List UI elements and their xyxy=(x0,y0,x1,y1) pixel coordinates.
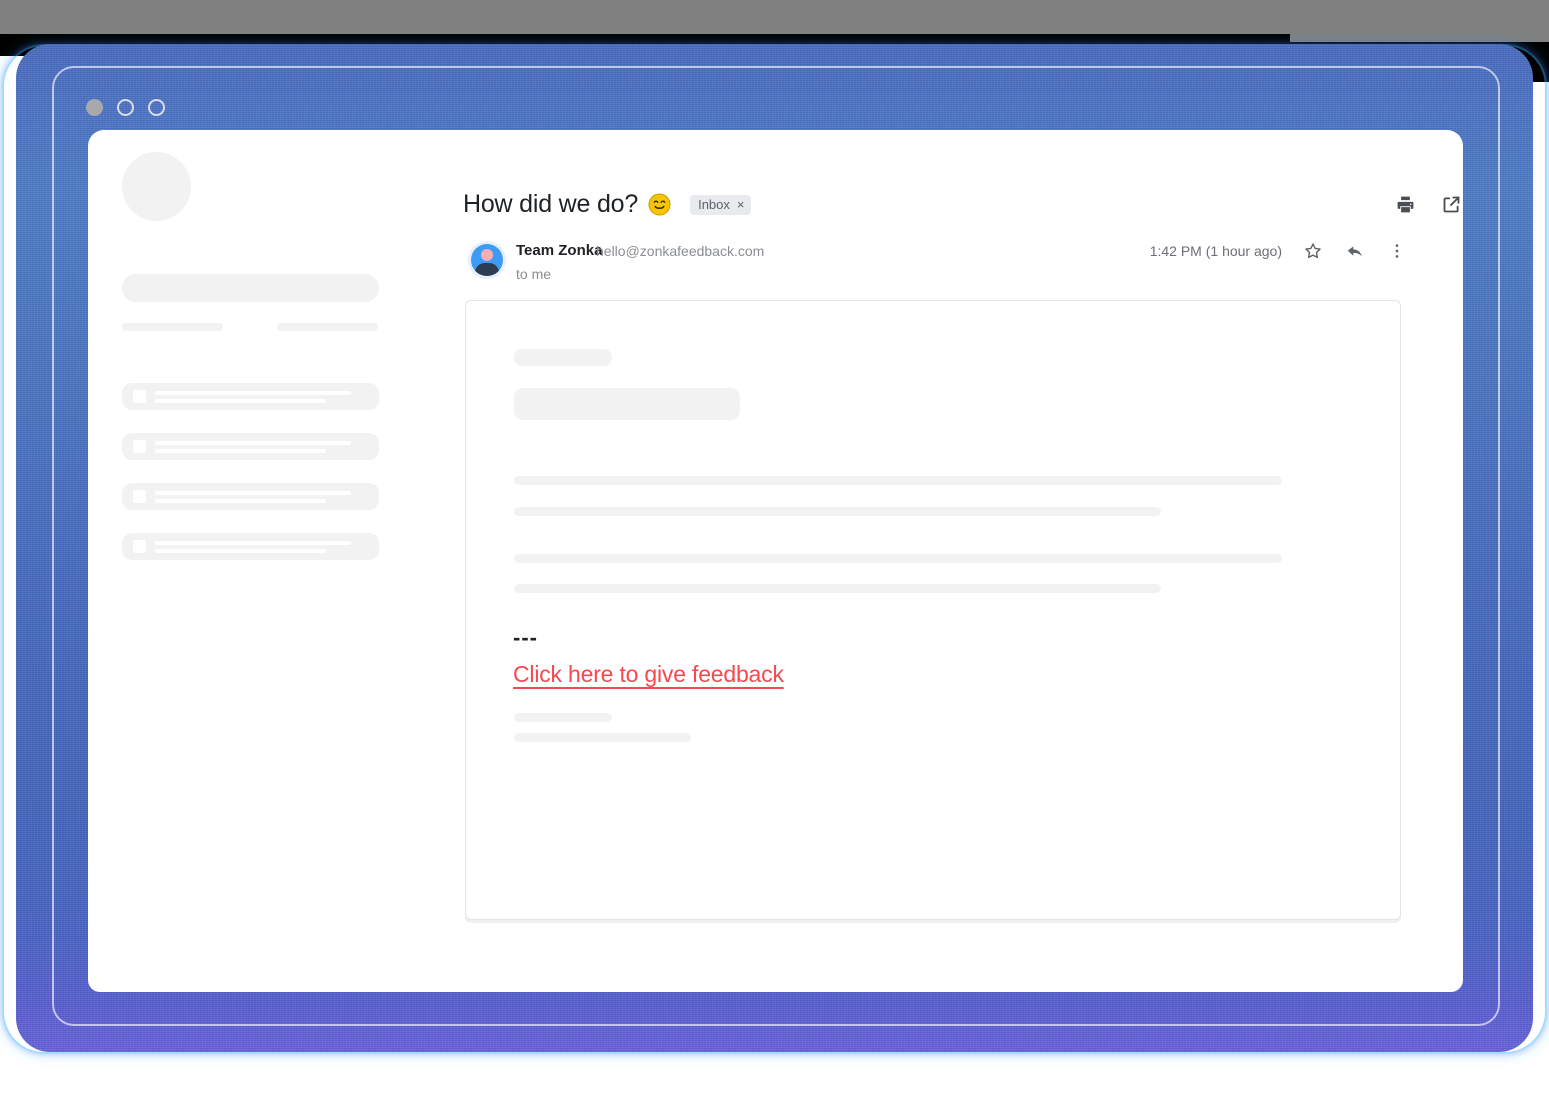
screenshot-root: How did we do? Inbox × Team Zonka hello@… xyxy=(0,0,1549,1098)
checkbox-placeholder-icon xyxy=(133,490,146,503)
window-dot-minimize[interactable] xyxy=(117,99,134,116)
list-item[interactable] xyxy=(122,483,379,510)
mail-header-actions xyxy=(1393,192,1463,216)
separator: --- xyxy=(513,625,538,650)
search-bar-placeholder[interactable] xyxy=(122,274,379,302)
checkbox-placeholder-icon xyxy=(133,440,146,453)
list-item-line-1 xyxy=(155,391,351,395)
list-item-line-2 xyxy=(155,399,326,403)
list-item[interactable] xyxy=(122,533,379,560)
list-item[interactable] xyxy=(122,433,379,460)
sender-email: hello@zonkafeedback.com xyxy=(596,243,765,259)
give-feedback-link[interactable]: Click here to give feedback xyxy=(513,661,784,688)
timestamp: 1:42 PM (1 hour ago) xyxy=(1149,243,1282,259)
list-item[interactable] xyxy=(122,383,379,410)
label-chip-text: Inbox xyxy=(698,196,730,212)
mail-app-window: How did we do? Inbox × Team Zonka hello@… xyxy=(88,130,1463,992)
label-chip-inbox[interactable]: Inbox × xyxy=(690,194,751,215)
signature-line-2 xyxy=(514,733,691,742)
star-icon[interactable] xyxy=(1302,240,1324,262)
page-title: How did we do? xyxy=(463,190,639,218)
close-icon[interactable]: × xyxy=(737,198,745,211)
recipient-label: to me xyxy=(516,266,552,282)
mail-header: How did we do? Inbox × xyxy=(463,190,1408,219)
avatar xyxy=(468,241,506,279)
sidebar xyxy=(122,152,422,583)
message-actions: 1:42 PM (1 hour ago) xyxy=(1150,240,1408,262)
list-item-line-2 xyxy=(155,449,326,453)
window-controls xyxy=(86,99,165,116)
open-in-new-window-icon[interactable] xyxy=(1439,192,1463,216)
window-dot-maximize[interactable] xyxy=(148,99,165,116)
sender-row: Team Zonka hello@zonkafeedback.com to me… xyxy=(463,238,1408,286)
reply-icon[interactable] xyxy=(1344,240,1366,262)
paragraph-line-4 xyxy=(514,584,1161,593)
paragraph-line-2 xyxy=(514,507,1161,516)
label-placeholder-2 xyxy=(277,323,378,331)
sidebar-list xyxy=(122,383,422,560)
mail-reading-pane: How did we do? Inbox × Team Zonka hello@… xyxy=(463,130,1463,992)
more-options-icon[interactable] xyxy=(1386,240,1408,262)
checkbox-placeholder-icon xyxy=(133,390,146,403)
email-body: --- Click here to give feedback xyxy=(465,300,1401,920)
list-item-line-1 xyxy=(155,491,351,495)
paragraph-line-1 xyxy=(514,476,1282,485)
paragraph-line-3 xyxy=(514,554,1282,563)
list-item-line-1 xyxy=(155,441,351,445)
desktop-top-bar-right xyxy=(1283,0,1549,42)
smiling-face-with-smiling-eyes-icon xyxy=(648,193,671,216)
greeting-placeholder xyxy=(514,349,612,366)
sender-name: Team Zonka xyxy=(516,242,603,259)
intro-box-placeholder xyxy=(514,388,740,420)
label-placeholder-1 xyxy=(122,323,223,331)
signature-line-1 xyxy=(514,713,612,722)
sidebar-sub-labels xyxy=(122,323,422,331)
list-item-line-2 xyxy=(155,499,326,503)
profile-avatar-placeholder xyxy=(122,152,191,221)
window-dot-close[interactable] xyxy=(86,99,103,116)
print-icon[interactable] xyxy=(1393,192,1417,216)
checkbox-placeholder-icon xyxy=(133,540,146,553)
list-item-line-1 xyxy=(155,541,351,545)
list-item-line-2 xyxy=(155,549,326,553)
